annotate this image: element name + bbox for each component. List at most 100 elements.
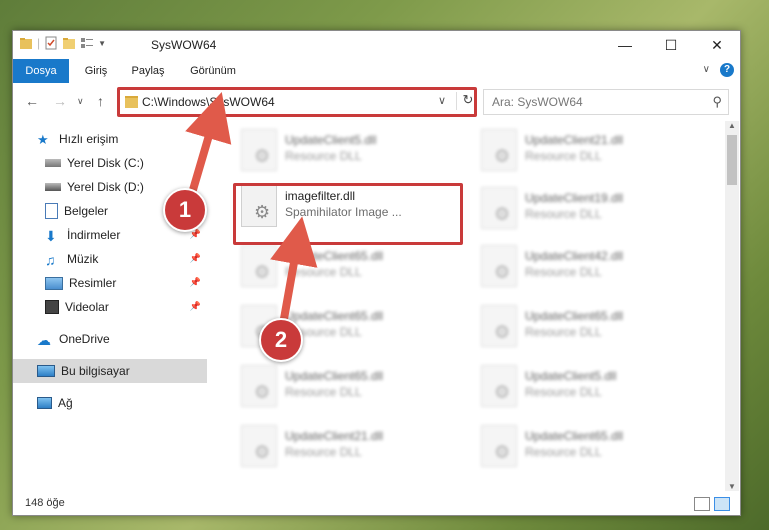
drive-icon	[45, 183, 61, 191]
sidebar-item-network[interactable]: Ağ	[13, 391, 207, 415]
search-box[interactable]: Ara: SysWOW64 ⚲	[483, 89, 729, 115]
sidebar-item-label: Videolar	[65, 300, 109, 314]
navigation-pane: ★ Hızlı erişim Yerel Disk (C:) Yerel Dis…	[13, 121, 207, 491]
dll-file-icon: ⚙	[241, 245, 277, 287]
file-name: UpdateClient65.dll	[285, 369, 384, 383]
help-icon[interactable]: ?	[720, 63, 734, 77]
file-name: UpdateClient5.dll	[525, 369, 617, 383]
list-item[interactable]: ⚙ UpdateClient65.dll Resource DLL	[477, 299, 707, 355]
sidebar-item-label: Yerel Disk (C:)	[67, 156, 144, 170]
file-highlight-box	[233, 183, 463, 245]
dll-file-icon: ⚙	[481, 425, 517, 467]
up-arrow-icon[interactable]: ↑	[97, 93, 104, 109]
scroll-up-icon[interactable]: ▲	[728, 121, 736, 130]
download-icon: ⬇	[45, 228, 57, 244]
list-item[interactable]: ⚙ UpdateClient42.dll Resource DLL	[477, 239, 707, 295]
list-item[interactable]: ⚙ UpdateClient65.dll Resource DLL	[237, 239, 467, 295]
file-type: Resource DLL	[525, 265, 602, 279]
list-item[interactable]: ⚙ UpdateClient19.dll Resource DLL	[477, 181, 707, 237]
sidebar-item-pictures[interactable]: Resimler 📌	[13, 271, 207, 295]
file-type: Resource DLL	[525, 325, 602, 339]
item-count: 148 öğe	[25, 497, 65, 509]
details-view-button[interactable]	[694, 497, 710, 511]
video-icon	[45, 300, 59, 314]
scrollbar-thumb[interactable]	[727, 135, 737, 185]
file-name: UpdateClient19.dll	[525, 191, 624, 205]
dll-file-icon: ⚙	[241, 425, 277, 467]
properties-icon[interactable]	[44, 36, 58, 50]
file-name: UpdateClient65.dll	[285, 249, 384, 263]
file-type: Resource DLL	[525, 445, 602, 459]
list-item[interactable]: ⚙ UpdateClient65.dll Resource DLL	[477, 419, 707, 475]
list-item[interactable]: ⚙ UpdateClient5.dll Resource DLL	[477, 359, 707, 415]
dll-file-icon: ⚙	[241, 365, 277, 407]
dll-file-icon: ⚙	[481, 129, 517, 171]
sidebar-item-quick-access[interactable]: ★ Hızlı erişim	[13, 127, 207, 151]
sidebar-item-local-disk-c[interactable]: Yerel Disk (C:)	[13, 151, 207, 175]
search-icon: ⚲	[712, 94, 722, 109]
file-name: UpdateClient65.dll	[525, 309, 624, 323]
file-name: UpdateClient21.dll	[285, 429, 384, 443]
pin-icon[interactable]: 📌	[190, 253, 201, 264]
ribbon-expand-icon[interactable]: ∨	[703, 64, 710, 75]
document-icon	[45, 203, 58, 219]
tab-view[interactable]: Görünüm	[181, 59, 245, 83]
dll-file-icon: ⚙	[481, 187, 517, 229]
sidebar-item-music[interactable]: ♫ Müzik 📌	[13, 247, 207, 271]
cloud-icon: ☁	[37, 332, 51, 348]
star-icon: ★	[37, 132, 49, 147]
file-type: Resource DLL	[285, 445, 362, 459]
scroll-down-icon[interactable]: ▼	[728, 482, 736, 491]
back-arrow-icon[interactable]: ←	[25, 93, 39, 109]
step-badge-1: 1	[163, 188, 207, 232]
address-highlight-box	[117, 87, 477, 117]
sidebar-item-label: OneDrive	[59, 332, 110, 346]
pin-icon[interactable]: 📌	[190, 301, 201, 312]
sidebar-item-label: İndirmeler	[67, 228, 121, 242]
step-badge-2: 2	[259, 318, 303, 362]
sidebar-item-onedrive[interactable]: ☁ OneDrive	[13, 327, 207, 351]
customize-icon[interactable]	[80, 36, 94, 50]
tab-share[interactable]: Paylaş	[123, 59, 173, 83]
explorer-window: | ▼ SysWOW64 — ☐ ✕ Dosya Giriş Paylaş Gö…	[12, 30, 741, 516]
file-type: Resource DLL	[525, 385, 602, 399]
file-list: ⚙ UpdateClient5.dll Resource DLL ⚙ image…	[217, 121, 723, 491]
file-type: Resource DLL	[285, 385, 362, 399]
tab-home[interactable]: Giriş	[75, 59, 117, 83]
list-item[interactable]: ⚙ UpdateClient65.dll Resource DLL	[237, 359, 467, 415]
sidebar-item-label: Bu bilgisayar	[61, 364, 130, 378]
drive-icon	[45, 159, 61, 167]
file-name: UpdateClient65.dll	[285, 309, 384, 323]
separator: |	[37, 36, 41, 50]
sidebar-item-label: Resimler	[69, 276, 117, 290]
status-bar: 148 öğe	[13, 493, 740, 515]
list-item[interactable]: ⚙ UpdateClient5.dll Resource DLL	[237, 123, 467, 179]
vertical-scrollbar[interactable]: ▲ ▼	[725, 121, 739, 491]
file-name: UpdateClient21.dll	[525, 133, 624, 147]
file-name: UpdateClient42.dll	[525, 249, 624, 263]
network-icon	[37, 397, 52, 409]
sidebar-item-this-pc[interactable]: Bu bilgisayar	[13, 359, 207, 383]
music-icon: ♫	[45, 252, 56, 268]
sidebar-item-label: Ağ	[58, 396, 73, 410]
file-type: Resource DLL	[285, 149, 362, 163]
dll-file-icon: ⚙	[241, 129, 277, 171]
sidebar-item-label: Belgeler	[64, 204, 109, 218]
maximize-button[interactable]: ☐	[648, 31, 694, 59]
file-type: Resource DLL	[525, 207, 602, 221]
recent-chevron-icon[interactable]: ∨	[77, 96, 84, 107]
new-folder-icon[interactable]	[62, 36, 76, 50]
file-name: UpdateClient5.dll	[285, 133, 377, 147]
chevron-down-icon[interactable]: ▼	[98, 39, 106, 48]
list-item[interactable]: ⚙ UpdateClient21.dll Resource DLL	[237, 419, 467, 475]
forward-arrow-icon[interactable]: →	[53, 93, 67, 109]
list-item[interactable]: ⚙ UpdateClient21.dll Resource DLL	[477, 123, 707, 179]
large-icons-view-button[interactable]	[714, 497, 730, 511]
sidebar-item-videos[interactable]: Videolar 📌	[13, 295, 207, 319]
minimize-button[interactable]: —	[602, 31, 648, 59]
sidebar-item-label: Müzik	[67, 252, 99, 266]
pin-icon[interactable]: 📌	[190, 277, 201, 288]
dll-file-icon: ⚙	[481, 365, 517, 407]
close-button[interactable]: ✕	[694, 31, 740, 59]
window-title: SysWOW64	[151, 38, 217, 52]
